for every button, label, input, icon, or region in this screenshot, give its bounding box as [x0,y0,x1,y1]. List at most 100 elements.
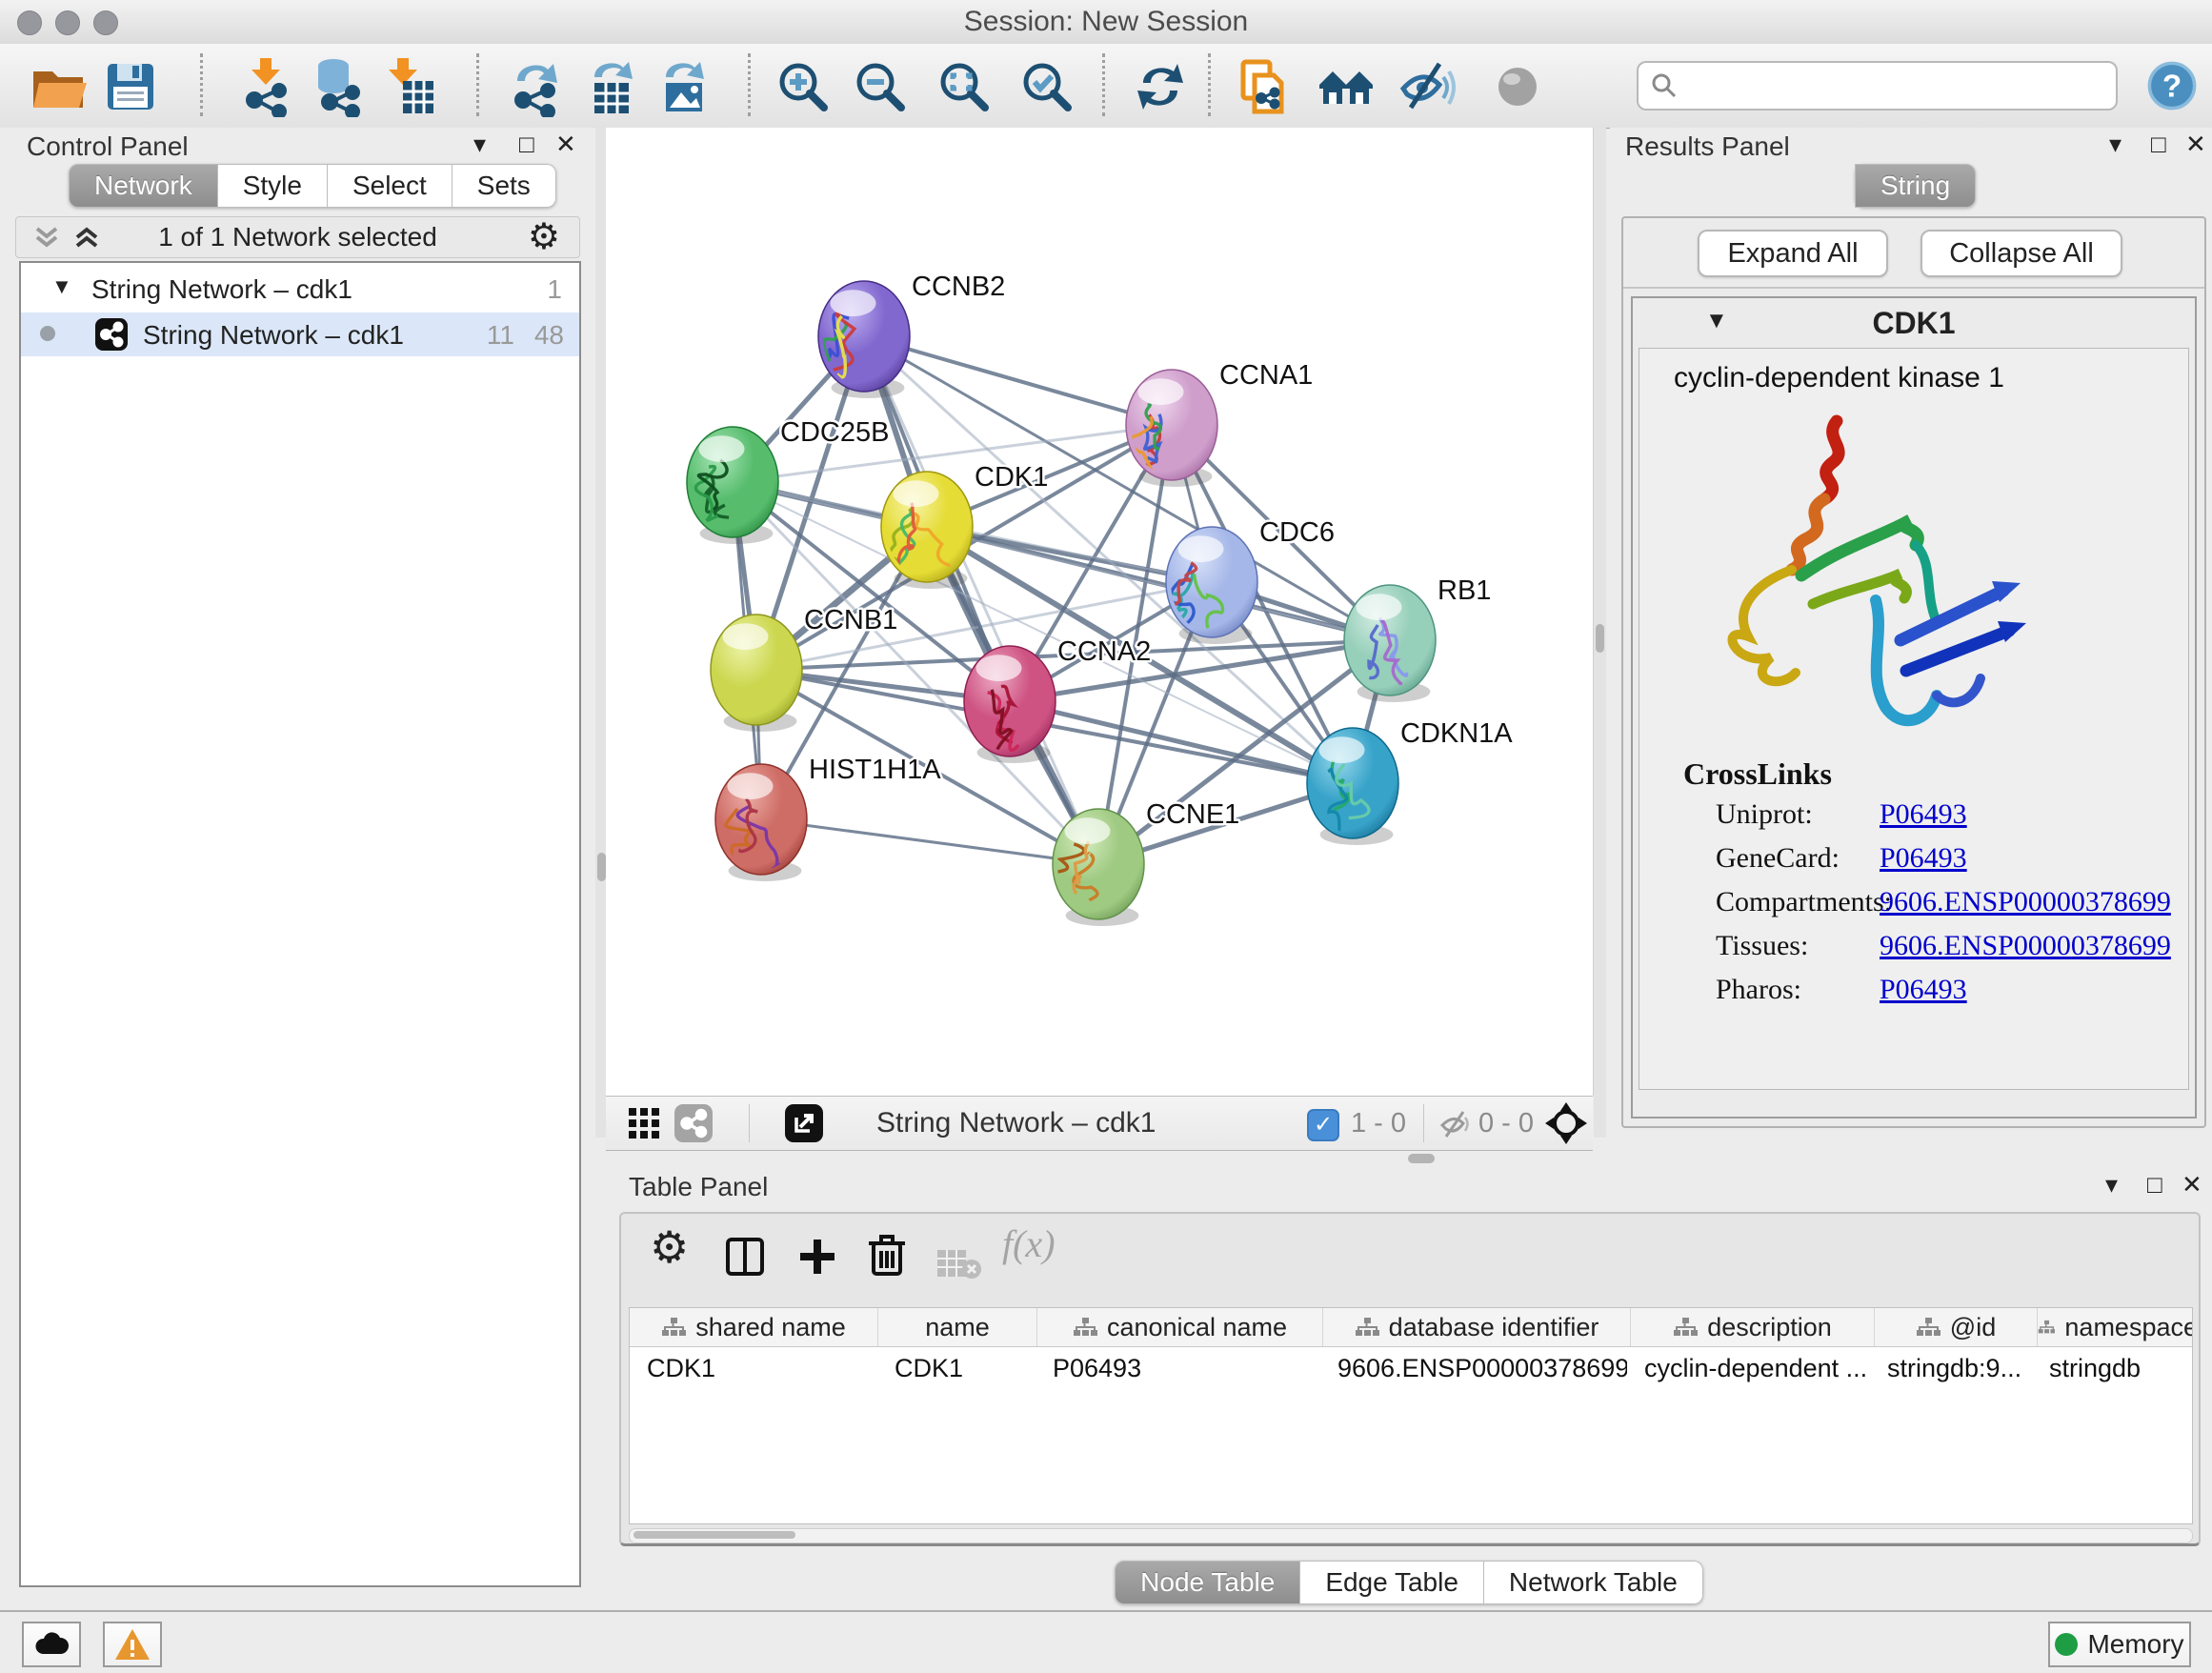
import-network-from-database-button[interactable] [307,56,368,117]
copy-network-icon [1234,56,1295,117]
right-splitter[interactable] [1594,128,1606,1138]
crosslink-genecard-link[interactable]: P06493 [1880,842,1967,875]
table-cell[interactable]: CDK1 [630,1347,877,1389]
tab-style[interactable]: Style [218,164,328,208]
expand-all-button[interactable]: Expand All [1698,230,1888,277]
splitter-handle[interactable] [1596,624,1604,653]
network-edge[interactable] [761,819,1098,864]
collapse-all-button[interactable]: Collapse All [1920,230,2122,277]
tab-network[interactable]: Network [69,164,218,208]
namespace-icon [1673,1317,1698,1338]
results-panel-menu-icon[interactable]: ▾ [2109,130,2122,159]
function-builder-icon[interactable]: f(x) [1002,1221,1056,1277]
apply-layout-button[interactable] [1130,56,1191,117]
table-panel-close-icon[interactable]: ✕ [2182,1170,2202,1199]
add-column-icon[interactable] [796,1229,838,1284]
save-session-button[interactable] [100,56,161,117]
crosslink-pharos-link[interactable]: P06493 [1880,974,1967,1006]
first-neighbors-button[interactable] [1316,56,1377,117]
tab-sets[interactable]: Sets [452,164,556,208]
results-panel-close-icon[interactable]: ✕ [2185,130,2206,159]
crosslink-tissues-link[interactable]: 9606.ENSP00000378699 [1880,930,2171,962]
warnings-button[interactable] [103,1622,162,1667]
crosslink-uniprot-link[interactable]: P06493 [1880,798,1967,831]
column-header-description[interactable]: description [1631,1308,1875,1346]
tab-select[interactable]: Select [328,164,452,208]
zoom-in-button[interactable] [773,56,834,117]
column-header-canonical-name[interactable]: canonical name [1037,1308,1323,1346]
grid-view-button[interactable] [627,1106,661,1140]
network-canvas[interactable]: CCNB2CCNA1CDC25BCDK1CDC6RB1CCNB1CCNA2CDK… [606,128,1594,1096]
import-table-button[interactable] [378,56,439,117]
export-network-icon [504,56,565,117]
zoom-fit-button[interactable] [934,56,995,117]
zoom-selected-button[interactable] [1016,56,1077,117]
table-options-gear-icon[interactable]: ⚙ [650,1221,689,1277]
cloud-status-button[interactable] [22,1622,81,1667]
help-button[interactable]: ? [2145,59,2199,112]
export-network-button[interactable] [504,56,565,117]
network-edge[interactable] [864,336,1172,425]
network-row[interactable]: String Network – cdk1 11 48 [21,312,579,356]
status-bar: Memory [0,1610,2212,1673]
column-header-shared-name[interactable]: shared name [630,1308,878,1346]
selected-nodes-checkbox[interactable]: ✓ [1307,1109,1339,1141]
crosslink-compartments-link[interactable]: 9606.ENSP00000378699 [1880,886,2171,918]
show-all-button[interactable] [1487,56,1548,117]
warning-icon [113,1627,151,1662]
open-session-button[interactable] [28,56,89,117]
horizontal-splitter-handle[interactable] [1408,1154,1435,1163]
memory-button[interactable]: Memory [2048,1622,2191,1667]
table-cell[interactable]: P06493 [1036,1347,1320,1389]
table-row[interactable]: CDK1CDK1P064939606.ENSP00000378699cyclin… [630,1347,2192,1389]
network-collection-row[interactable]: ▼ String Network – cdk1 1 [21,269,579,312]
table-container: ⚙ f(x) shared namenamecanonical namedata… [619,1212,2201,1546]
share-view-button[interactable] [674,1104,713,1142]
search-field[interactable] [1637,61,2118,111]
import-network-from-file-button[interactable] [235,56,296,117]
show-columns-icon[interactable] [724,1229,766,1284]
tab-edge-table[interactable]: Edge Table [1300,1561,1484,1604]
scrollbar-thumb[interactable] [633,1531,795,1539]
search-input[interactable] [1688,65,2101,105]
node-table[interactable]: shared namenamecanonical namedatabase id… [629,1307,2193,1524]
network-node-count: 11 [487,320,514,351]
tab-string[interactable]: String [1855,164,1976,208]
column-header-database-identifier[interactable]: database identifier [1323,1308,1631,1346]
control-panel-menu-icon[interactable]: ▾ [473,130,486,159]
network-options-gear-icon[interactable]: ⚙ [528,215,560,258]
control-panel-close-icon[interactable]: ✕ [555,130,576,159]
results-panel-float-icon[interactable]: □ [2151,130,2166,159]
export-table-button[interactable] [581,56,642,117]
delete-column-icon[interactable] [867,1227,907,1282]
export-image-button[interactable] [653,56,714,117]
birdseye-view-button[interactable] [1545,1102,1587,1144]
control-panel-float-icon[interactable]: □ [519,130,534,159]
tab-node-table[interactable]: Node Table [1115,1561,1300,1604]
table-cell[interactable]: 9606.ENSP00000378699 [1320,1347,1627,1389]
table-cell[interactable]: CDK1 [877,1347,1036,1389]
table-cell[interactable]: stringdb:9... [1870,1347,2032,1389]
network-edge[interactable] [1010,701,1353,783]
column-header-namespace[interactable]: namespace [2038,1308,2193,1346]
splitter-handle[interactable] [597,853,606,881]
open-in-browser-button[interactable] [785,1104,823,1142]
node-label-HIST1H1A: HIST1H1A [809,755,941,785]
zoom-out-button[interactable] [850,56,911,117]
toolbar-separator [476,53,479,116]
hide-selected-button[interactable] [1398,56,1458,117]
table-cell[interactable]: cyclin-dependent ... [1627,1347,1870,1389]
table-panel-menu-icon[interactable]: ▾ [2105,1170,2118,1199]
delete-table-icon[interactable] [935,1237,983,1292]
table-panel-float-icon[interactable]: □ [2147,1170,2162,1199]
new-network-from-selection-button[interactable] [1234,56,1295,117]
gene-section-header[interactable]: ▼ CDK1 [1633,298,2195,346]
column-header-name[interactable]: name [878,1308,1037,1346]
table-cell[interactable]: stringdb [2032,1347,2192,1389]
column-header--id[interactable]: @id [1875,1308,2038,1346]
namespace-icon [1355,1317,1379,1338]
tab-network-table[interactable]: Network Table [1484,1561,1703,1604]
table-horizontal-scrollbar[interactable] [629,1528,2193,1543]
collection-expander-icon[interactable]: ▼ [51,274,72,299]
network-graph[interactable]: CCNB2CCNA1CDC25BCDK1CDC6RB1CCNB1CCNA2CDK… [606,128,1593,1096]
